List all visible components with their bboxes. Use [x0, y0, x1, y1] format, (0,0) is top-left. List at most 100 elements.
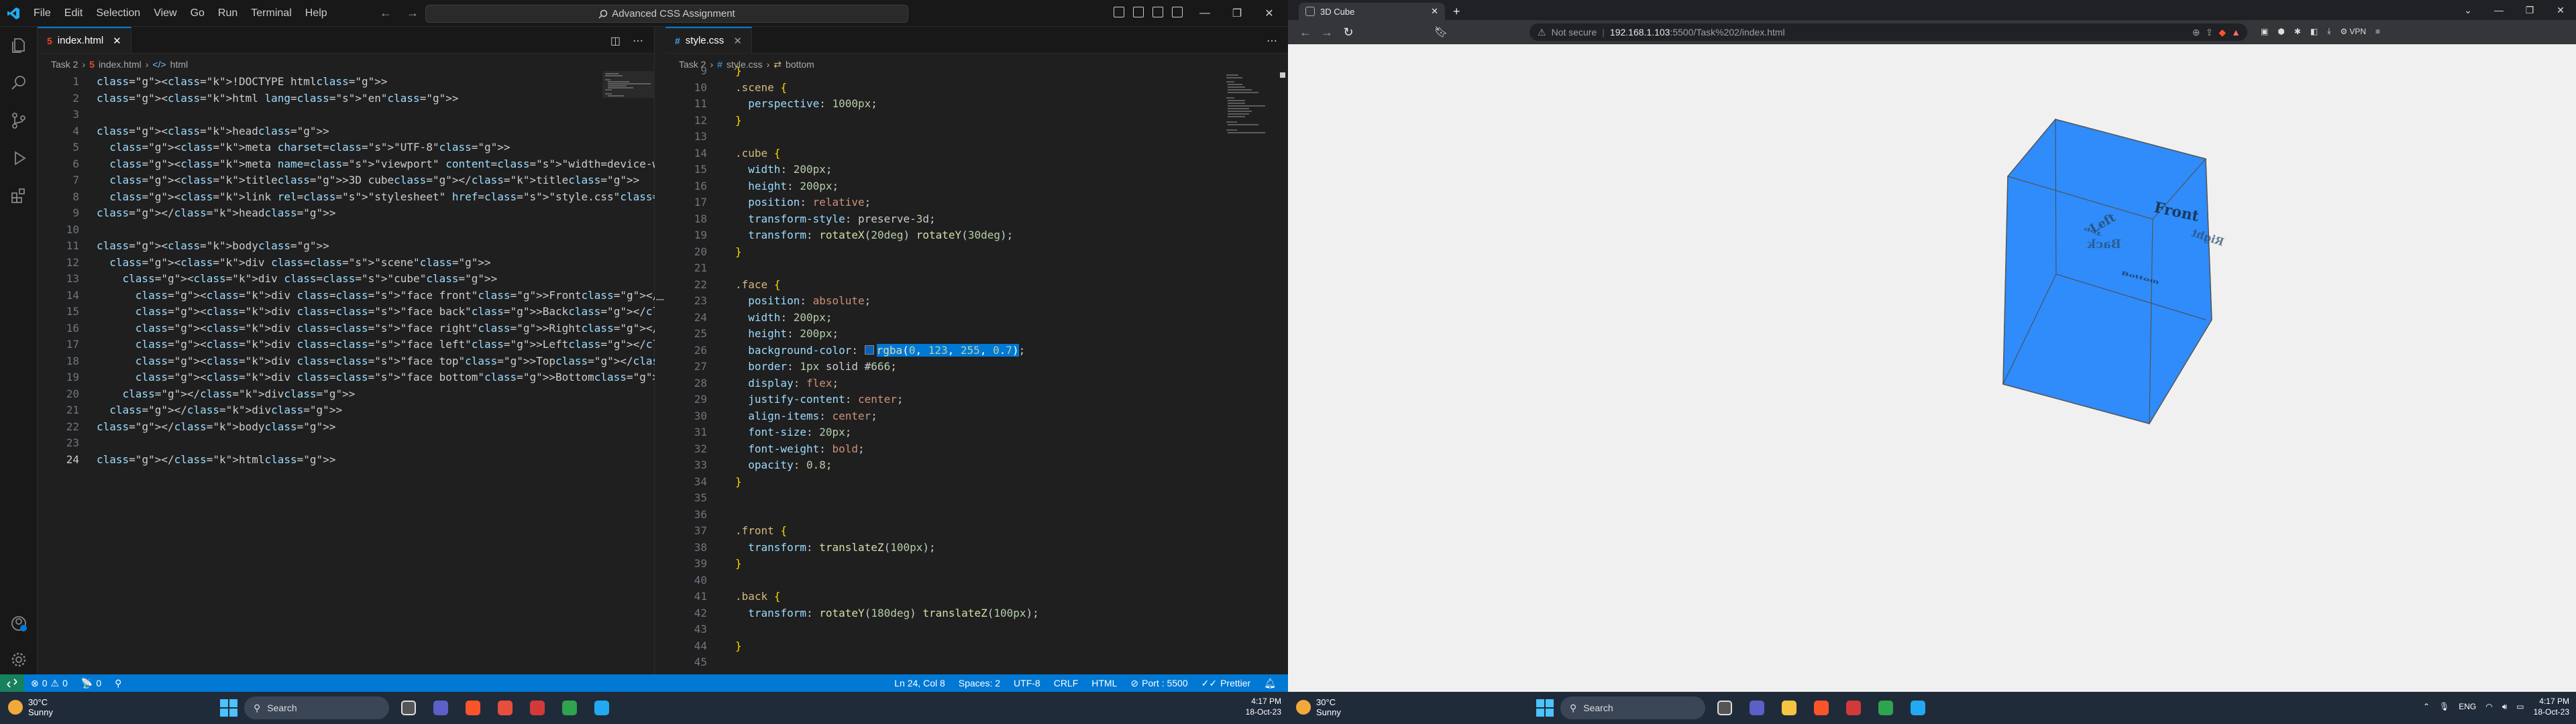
close-icon[interactable]: ✕: [1253, 0, 1285, 27]
task-view-icon[interactable]: [1712, 695, 1737, 721]
breadcrumb-file[interactable]: style.css: [727, 59, 763, 70]
start-icon[interactable]: [220, 699, 237, 717]
split-editor-icon[interactable]: ◫: [610, 34, 621, 48]
file-explorer-icon[interactable]: [1776, 695, 1802, 721]
vpn-button[interactable]: ⚙ VPN: [2341, 27, 2366, 36]
sync-indicator[interactable]: ⚲: [108, 678, 128, 689]
command-center[interactable]: Advanced CSS Assignment: [425, 5, 908, 23]
minimize-icon[interactable]: —: [1189, 0, 1221, 27]
minimap[interactable]: [602, 71, 663, 152]
app-icon[interactable]: [525, 695, 550, 721]
taskbar-clock[interactable]: 4:17 PM 18-Oct-23: [1246, 696, 1281, 717]
prettier-indicator[interactable]: ✓✓ Prettier: [1195, 678, 1258, 689]
battery-icon[interactable]: ▭: [2516, 702, 2524, 711]
editor-sash[interactable]: [655, 27, 665, 674]
minimize-icon[interactable]: —: [2483, 0, 2514, 20]
app-icon[interactable]: [557, 695, 582, 721]
remote-icon[interactable]: [0, 674, 24, 692]
task-view-icon[interactable]: [396, 695, 421, 721]
reload-icon[interactable]: ↻: [1338, 25, 1359, 40]
sidebar-icon[interactable]: ◧: [2310, 27, 2318, 36]
notifications-bell-icon[interactable]: 🔔︎: [1257, 678, 1288, 689]
account-icon[interactable]: [0, 605, 38, 642]
run-debug-icon[interactable]: [0, 139, 38, 177]
brave-icon[interactable]: [1809, 695, 1834, 721]
brave-shields-icon[interactable]: ◆: [2218, 27, 2226, 38]
brave-rewards-icon[interactable]: ▲: [2231, 27, 2241, 38]
menu-go[interactable]: Go: [184, 0, 211, 27]
toggle-sidebar-icon[interactable]: [1114, 7, 1124, 17]
indentation[interactable]: Spaces: 2: [952, 678, 1007, 688]
menu-terminal[interactable]: Terminal: [244, 0, 298, 27]
extensions-icon[interactable]: [0, 177, 38, 215]
forward-arrow-icon[interactable]: →: [407, 6, 419, 20]
ports-indicator[interactable]: 📡 0: [74, 678, 108, 689]
new-tab-icon[interactable]: +: [1453, 3, 1460, 20]
encoding[interactable]: UTF-8: [1007, 678, 1047, 688]
address-bar[interactable]: ⚠ Not secure | 192.168.1.103:5500/Task%2…: [1529, 23, 2247, 41]
language-mode[interactable]: HTML: [1085, 678, 1124, 688]
settings-gear-icon[interactable]: [0, 641, 38, 678]
problems-indicator[interactable]: ⊗ 0 ⚠ 0: [24, 678, 74, 689]
menu-edit[interactable]: Edit: [58, 0, 90, 27]
puzzle-icon[interactable]: ✱: [2294, 27, 2301, 36]
back-arrow-icon[interactable]: ←: [380, 6, 392, 20]
close-icon[interactable]: ✕: [2545, 0, 2576, 20]
brave-icon[interactable]: [460, 695, 486, 721]
restore-icon[interactable]: ❐: [2514, 0, 2545, 20]
end-of-line[interactable]: CRLF: [1047, 678, 1085, 688]
tab-search-icon[interactable]: ⌄: [2453, 0, 2483, 20]
vscode-taskbar-icon[interactable]: [589, 695, 614, 721]
menu-icon[interactable]: ≡: [2375, 27, 2380, 36]
breadcrumb-symbol[interactable]: html: [170, 59, 188, 70]
taskbar-search[interactable]: ⚲ Search: [244, 697, 389, 719]
zoom-icon[interactable]: ⊕: [2192, 27, 2200, 38]
scroll-thumb[interactable]: [1280, 72, 1285, 78]
more-actions-icon[interactable]: ⋯: [633, 34, 643, 48]
mic-icon[interactable]: 🎙︎: [2439, 702, 2449, 711]
back-icon[interactable]: ←: [1295, 25, 1316, 40]
vscode-taskbar-icon[interactable]: [1905, 695, 1931, 721]
menu-run[interactable]: Run: [211, 0, 244, 27]
search-activity-icon[interactable]: [0, 64, 38, 102]
download-icon[interactable]: ⤓: [2327, 26, 2330, 36]
forward-icon[interactable]: →: [1316, 25, 1338, 40]
taskbar-search[interactable]: ⚲ Search: [1560, 697, 1705, 719]
volume-icon[interactable]: 🔊︎: [2502, 702, 2508, 712]
toggle-secondary-sidebar-icon[interactable]: [1152, 7, 1163, 17]
share-icon[interactable]: ⇪: [2206, 27, 2214, 38]
tab-index-html[interactable]: 5 index.html ✕: [38, 27, 131, 53]
restore-icon[interactable]: ❐: [1221, 0, 1253, 27]
wifi-icon[interactable]: ◠: [2485, 702, 2492, 711]
source-control-icon[interactable]: [0, 102, 38, 139]
customize-layout-icon[interactable]: [1172, 7, 1183, 17]
live-server-port[interactable]: ⊘ Port : 5500: [1124, 678, 1194, 689]
menu-selection[interactable]: Selection: [89, 0, 147, 27]
more-actions-icon[interactable]: ⋯: [1267, 34, 1277, 48]
language-indicator[interactable]: ENG: [2459, 702, 2476, 711]
minimap[interactable]: [1225, 74, 1285, 154]
menu-file[interactable]: File: [27, 0, 58, 27]
cursor-position[interactable]: Ln 24, Col 8: [888, 678, 952, 688]
close-tab-icon[interactable]: ✕: [1431, 6, 1438, 17]
browser-tab[interactable]: 3D Cube ✕: [1299, 3, 1445, 20]
chevron-up-icon[interactable]: ⌃: [2423, 702, 2430, 711]
app-icon[interactable]: [1841, 695, 1866, 721]
extension-icon[interactable]: ⬢: [2277, 27, 2284, 36]
taskbar-clock[interactable]: 4:17 PM 18-Oct-23: [2534, 696, 2569, 717]
menu-help[interactable]: Help: [299, 0, 334, 27]
menu-view[interactable]: View: [147, 0, 183, 27]
weather-widget[interactable]: 30°C Sunny: [8, 697, 53, 717]
app-icon[interactable]: [1873, 695, 1898, 721]
close-tab-icon[interactable]: ✕: [733, 35, 742, 47]
weather-widget[interactable]: 30°C Sunny: [1296, 697, 1341, 717]
chat-icon[interactable]: [428, 695, 453, 721]
toggle-panel-icon[interactable]: [1133, 7, 1144, 17]
color-swatch[interactable]: [864, 345, 874, 355]
breadcrumb-folder[interactable]: Task 2: [51, 59, 78, 70]
tab-style-css[interactable]: # style.css ✕: [665, 27, 752, 53]
explorer-icon[interactable]: [0, 27, 38, 64]
bookmark-icon[interactable]: 🔖︎: [1430, 25, 1452, 39]
close-tab-icon[interactable]: ✕: [113, 35, 121, 47]
chat-icon[interactable]: [1744, 695, 1770, 721]
